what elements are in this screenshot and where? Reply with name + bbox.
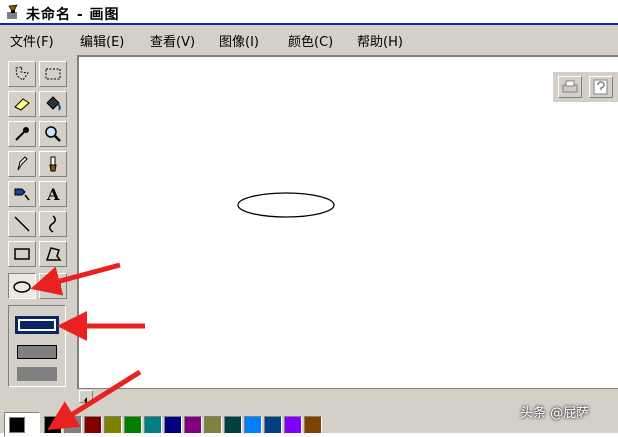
menu-image[interactable]: 图像(I)	[219, 31, 259, 50]
tool-text[interactable]: A	[39, 181, 67, 207]
menu-edit[interactable]: 编辑(E)	[80, 31, 124, 50]
line-icon	[14, 216, 30, 232]
menu-view[interactable]: 查看(V)	[150, 31, 195, 50]
palette-color-11[interactable]	[264, 416, 282, 434]
pencil-icon	[17, 156, 28, 171]
palette-color-13[interactable]	[304, 416, 322, 434]
eraser-icon	[14, 98, 30, 111]
palette-color-0[interactable]	[44, 416, 62, 434]
svg-text:A: A	[46, 185, 60, 204]
outline-fill-swatch	[17, 345, 57, 359]
menu-bar: 文件(F) 编辑(E) 查看(V) 图像(I) 颜色(C) 帮助(H)	[0, 26, 618, 52]
drawn-ellipse	[237, 192, 335, 218]
palette-color-8[interactable]	[204, 416, 222, 434]
tool-curve[interactable]	[39, 211, 67, 237]
tool-line[interactable]	[8, 211, 36, 237]
help-icon	[593, 79, 608, 95]
fill-option-outline-fill[interactable]	[15, 343, 59, 361]
palette-color-9[interactable]	[224, 416, 242, 434]
fill-only-swatch	[17, 367, 57, 381]
printer-icon	[562, 80, 578, 93]
paint-brush-icon	[7, 4, 18, 19]
watermark: 头条 @屁萨	[520, 406, 590, 421]
palette-color-10[interactable]	[244, 416, 262, 434]
pick-color-icon	[15, 127, 29, 141]
tool-rect-select[interactable]	[39, 61, 67, 87]
ellipse-icon	[13, 281, 31, 293]
palette-color-3[interactable]	[104, 416, 122, 434]
tool-magnifier[interactable]	[39, 121, 67, 147]
tool-pencil[interactable]	[8, 151, 36, 177]
palette-color-7[interactable]	[184, 416, 202, 434]
tool-free-form-select[interactable]	[8, 61, 36, 87]
tool-rounded-rect[interactable]	[39, 273, 67, 299]
palette-color-1[interactable]	[64, 416, 82, 434]
palette-color-6[interactable]	[164, 416, 182, 434]
tool-brush[interactable]	[39, 151, 67, 177]
palette-color-12[interactable]	[284, 416, 302, 434]
window-title: 未命名 - 画图	[26, 7, 120, 23]
scroll-left-arrow[interactable]	[79, 390, 93, 404]
outline-only-swatch	[18, 319, 56, 331]
palette-color-2[interactable]	[84, 416, 102, 434]
foreground-color	[9, 417, 25, 433]
menu-help[interactable]: 帮助(H)	[357, 31, 403, 50]
polygon-icon	[45, 247, 62, 261]
drawing-canvas[interactable]	[77, 55, 618, 388]
tool-airbrush[interactable]	[8, 181, 36, 207]
palette-color-4[interactable]	[124, 416, 142, 434]
brush-icon	[49, 156, 57, 172]
tool-rectangle[interactable]	[8, 241, 36, 267]
fill-option-fill[interactable]	[15, 365, 59, 383]
title-bar: 未命名 - 画图	[0, 0, 618, 25]
menu-colors[interactable]: 颜色(C)	[288, 31, 333, 50]
printer-button[interactable]	[558, 76, 582, 98]
curve-icon	[49, 215, 56, 233]
paint-window: 未命名 - 画图 文件(F) 编辑(E) 查看(V) 图像(I) 颜色(C) 帮…	[0, 0, 618, 437]
current-colors[interactable]	[4, 412, 40, 437]
menu-file[interactable]: 文件(F)	[10, 31, 54, 50]
free-form-select-icon	[15, 66, 29, 81]
tool-eraser[interactable]	[8, 91, 36, 117]
tool-ellipse[interactable]	[8, 273, 36, 299]
text-icon: A	[46, 185, 60, 204]
fill-bucket-icon	[46, 96, 61, 111]
rect-select-icon	[45, 68, 61, 80]
help-button[interactable]	[589, 76, 613, 98]
tool-pick-color[interactable]	[8, 121, 36, 147]
magnifier-icon	[45, 126, 61, 142]
rounded-rect-icon	[45, 280, 61, 292]
airbrush-icon	[14, 188, 30, 201]
canvas-drawing	[237, 192, 335, 218]
background-toolbar	[552, 72, 618, 102]
palette-color-5[interactable]	[144, 416, 162, 434]
fill-option-outline[interactable]	[15, 316, 59, 334]
fill-style-options	[8, 305, 66, 387]
tool-polygon[interactable]	[39, 241, 67, 267]
tool-fill[interactable]	[39, 91, 67, 117]
rectangle-icon	[14, 248, 30, 260]
